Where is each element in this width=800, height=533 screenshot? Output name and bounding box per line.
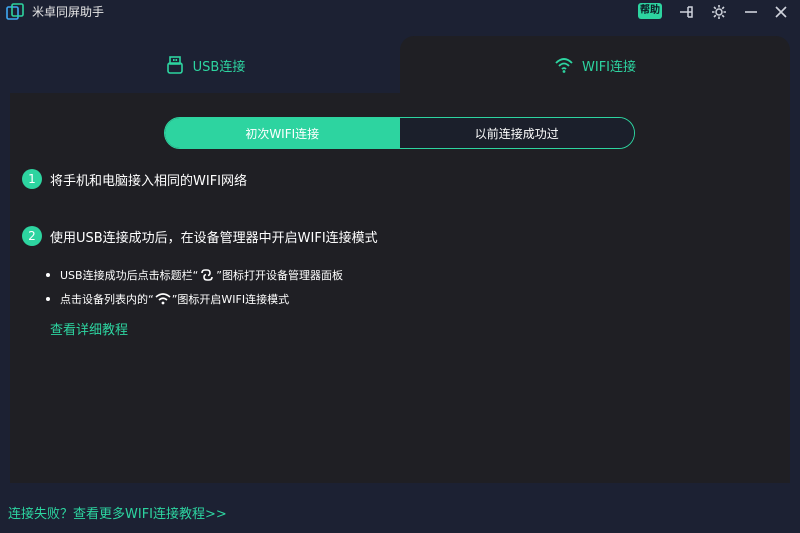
bullet-2-text-after: ”图标开启WIFI连接模式 (171, 293, 290, 306)
step-1: 1 将手机和电脑接入相同的WIFI网络 (22, 169, 247, 189)
step-2-number: 2 (22, 226, 42, 246)
wifi-icon (555, 58, 573, 73)
bullet-dot (46, 297, 50, 301)
close-icon[interactable] (772, 3, 790, 21)
tab-usb-label: USB连接 (192, 59, 246, 75)
minimize-icon[interactable] (742, 3, 760, 21)
mode-first-wifi[interactable]: 初次WIFI连接 (165, 118, 400, 148)
gear-icon[interactable] (710, 3, 728, 21)
bullet-dot (46, 273, 50, 277)
step-2: 2 使用USB连接成功后，在设备管理器中开启WIFI连接模式 (22, 226, 378, 246)
tab-wifi[interactable]: WIFI连接 (400, 36, 790, 94)
step-2-text: 使用USB连接成功后，在设备管理器中开启WIFI连接模式 (50, 230, 378, 246)
bullet-1-text-after: ”图标打开设备管理器面板 (216, 269, 343, 282)
detail-tutorial-link[interactable]: 查看详细教程 (50, 319, 128, 338)
tab-usb[interactable]: USB连接 (10, 36, 400, 94)
more-tutorials-link[interactable]: 连接失败？查看更多WIFI连接教程>> (8, 503, 227, 522)
usb-icon (166, 56, 183, 74)
step-1-number: 1 (22, 169, 42, 189)
app-logo-icon (6, 3, 24, 20)
title-bar: 米卓同屏助手 帮助 (0, 0, 800, 24)
mode-previously-connected[interactable]: 以前连接成功过 (399, 118, 634, 148)
help-button[interactable]: 帮助 (638, 3, 662, 19)
bullet-1: USB连接成功后点击标题栏“ ”图标打开设备管理器面板 (46, 267, 343, 283)
bullet-1-text-before: USB连接成功后点击标题栏“ (60, 269, 199, 282)
tab-wifi-label: WIFI连接 (582, 59, 636, 75)
pin-icon[interactable] (678, 3, 696, 21)
bullet-2: 点击设备列表内的“ ”图标开启WIFI连接模式 (46, 291, 289, 307)
link-icon (201, 269, 214, 281)
bullet-2-text-before: 点击设备列表内的“ (60, 293, 154, 306)
app-title: 米卓同屏助手 (32, 5, 105, 19)
wifi-panel: 初次WIFI连接 以前连接成功过 1 将手机和电脑接入相同的WIFI网络 2 使… (10, 93, 790, 483)
step-1-text: 将手机和电脑接入相同的WIFI网络 (50, 173, 247, 189)
wifi-icon (155, 293, 171, 305)
mode-toggle: 初次WIFI连接 以前连接成功过 (164, 117, 635, 149)
